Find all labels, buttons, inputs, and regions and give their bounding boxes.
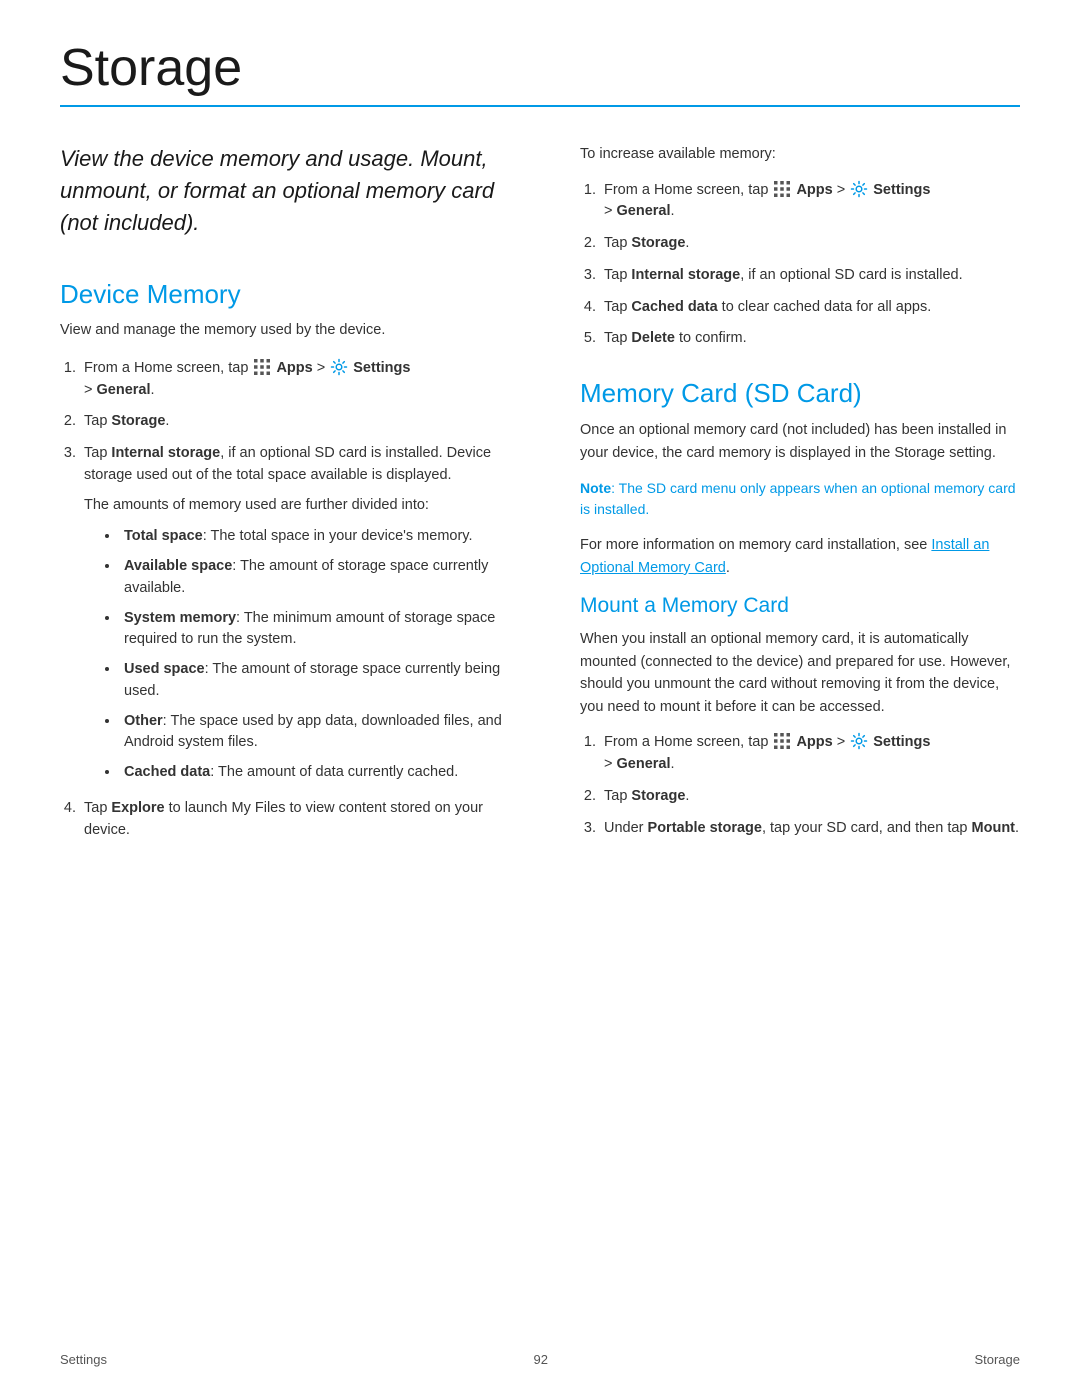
memory-bullets: Total space: The total space in your dev… bbox=[120, 526, 530, 784]
bullet-cached-data: Cached data: The amount of data currentl… bbox=[120, 762, 530, 784]
increase-step-1: From a Home screen, tap bbox=[600, 180, 1020, 224]
device-memory-step-1: From a Home screen, tap bbox=[80, 358, 530, 402]
device-memory-step-2: Tap Storage. bbox=[80, 411, 530, 433]
memory-card-heading: Memory Card (SD Card) bbox=[580, 378, 1020, 409]
apps-icon bbox=[253, 358, 271, 376]
right-column: To increase available memory: From a Hom… bbox=[580, 143, 1020, 853]
footer-right: Storage bbox=[974, 1352, 1020, 1367]
title-divider bbox=[60, 105, 1020, 107]
gear-icon bbox=[330, 358, 348, 376]
device-memory-subtext: View and manage the memory used by the d… bbox=[60, 320, 530, 342]
footer-left: Settings bbox=[60, 1352, 107, 1367]
apps-icon-2 bbox=[773, 180, 791, 198]
increase-memory-heading: To increase available memory: bbox=[580, 143, 1020, 165]
gear-icon-2 bbox=[850, 180, 868, 198]
increase-step-5: Tap Delete to confirm. bbox=[600, 328, 1020, 350]
mount-intro-text: When you install an optional memory card… bbox=[580, 628, 1020, 718]
page-title: Storage bbox=[60, 40, 1020, 97]
bullet-available-space: Available space: The amount of storage s… bbox=[120, 556, 530, 600]
mount-step-2: Tap Storage. bbox=[600, 786, 1020, 808]
device-memory-step-3: Tap Internal storage, if an optional SD … bbox=[80, 443, 530, 784]
device-memory-heading: Device Memory bbox=[60, 279, 530, 310]
more-info-text: For more information on memory card inst… bbox=[580, 534, 1020, 579]
mount-memory-heading: Mount a Memory Card bbox=[580, 593, 1020, 618]
bullet-other: Other: The space used by app data, downl… bbox=[120, 711, 530, 755]
intro-text: View the device memory and usage. Mount,… bbox=[60, 143, 530, 239]
device-memory-step-4: Tap Explore to launch My Files to view c… bbox=[80, 798, 530, 842]
increase-step-2: Tap Storage. bbox=[600, 233, 1020, 255]
install-memory-card-link[interactable]: Install an Optional Memory Card bbox=[580, 537, 989, 575]
memory-card-section: Memory Card (SD Card) Once an optional m… bbox=[580, 378, 1020, 839]
gear-icon-3 bbox=[850, 732, 868, 750]
bullet-system-memory: System memory: The minimum amount of sto… bbox=[120, 608, 530, 652]
apps-label: Apps bbox=[276, 360, 312, 376]
apps-icon-3 bbox=[773, 732, 791, 750]
increase-step-4: Tap Cached data to clear cached data for… bbox=[600, 297, 1020, 319]
memory-card-intro: Once an optional memory card (not includ… bbox=[580, 419, 1020, 464]
increase-memory-steps: From a Home screen, tap bbox=[600, 180, 1020, 351]
left-column: View the device memory and usage. Mount,… bbox=[60, 143, 530, 853]
footer-center: 92 bbox=[533, 1352, 547, 1367]
device-memory-steps: From a Home screen, tap bbox=[80, 358, 530, 842]
bullet-used-space: Used space: The amount of storage space … bbox=[120, 659, 530, 703]
increase-step-3: Tap Internal storage, if an optional SD … bbox=[600, 265, 1020, 287]
note-text: Note: The SD card menu only appears when… bbox=[580, 478, 1020, 520]
mount-steps: From a Home screen, tap bbox=[600, 732, 1020, 839]
memory-amounts-text: The amounts of memory used are further d… bbox=[84, 495, 530, 517]
page-footer: Settings 92 Storage bbox=[0, 1352, 1080, 1367]
increase-memory-section: To increase available memory: From a Hom… bbox=[580, 143, 1020, 350]
mount-step-1: From a Home screen, tap bbox=[600, 732, 1020, 776]
bullet-total-space: Total space: The total space in your dev… bbox=[120, 526, 530, 548]
mount-step-3: Under Portable storage, tap your SD card… bbox=[600, 818, 1020, 840]
settings-label: Settings bbox=[353, 360, 410, 376]
device-memory-section: Device Memory View and manage the memory… bbox=[60, 279, 530, 841]
